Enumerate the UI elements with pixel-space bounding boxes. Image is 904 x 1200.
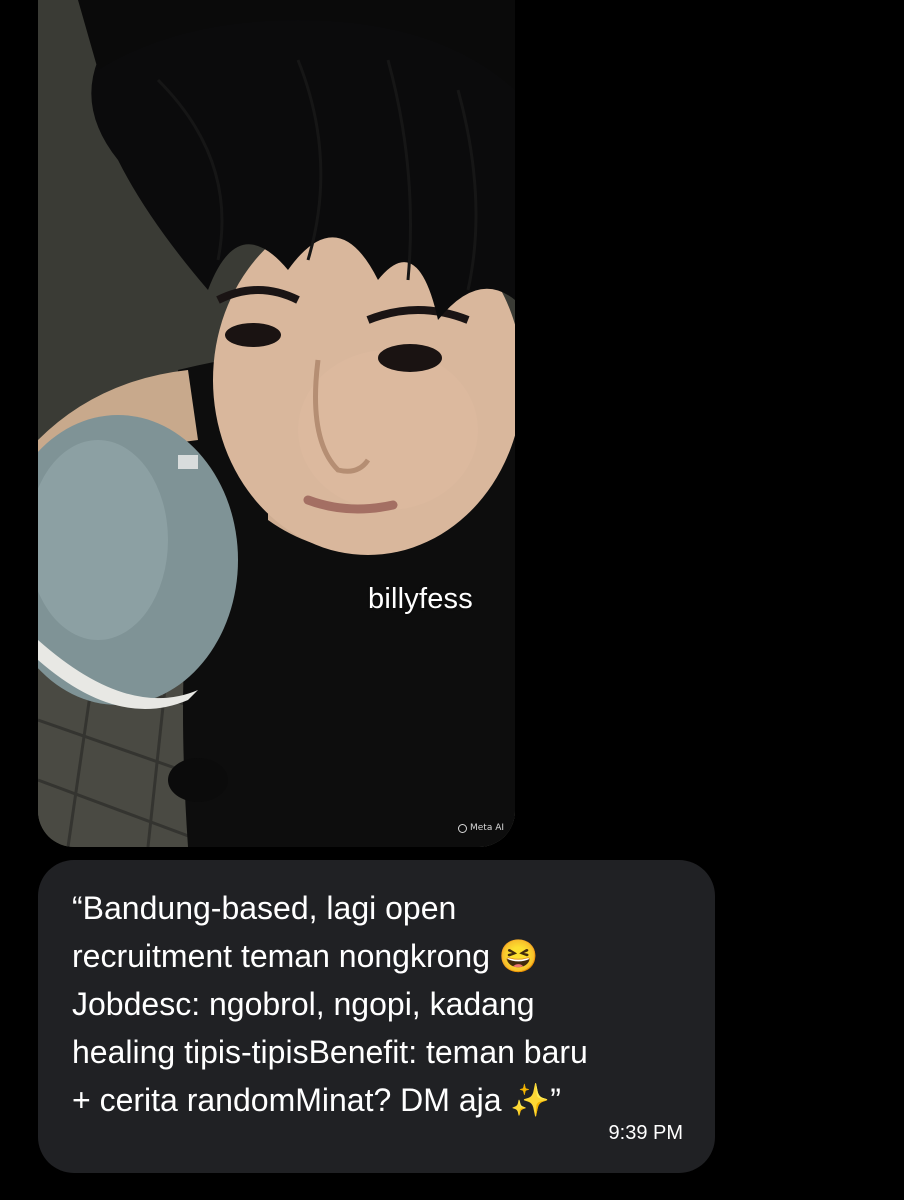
meta-ai-ring-icon xyxy=(458,823,467,833)
message-timestamp: 9:39 PM xyxy=(608,1122,683,1144)
message-body: “Bandung-based, lagi open recruitment te… xyxy=(72,890,588,1118)
photo-message[interactable]: billyfess Meta AI xyxy=(38,0,515,847)
text-message[interactable]: “Bandung-based, lagi open recruitment te… xyxy=(38,860,715,1173)
meta-ai-label: Meta AI xyxy=(470,823,505,833)
photo-image xyxy=(38,0,515,847)
meta-ai-badge: Meta AI xyxy=(458,823,504,833)
watermark-label: billyfess xyxy=(368,583,473,615)
chat-screen: billyfess Meta AI “Bandung-based, lagi o… xyxy=(0,0,904,1200)
